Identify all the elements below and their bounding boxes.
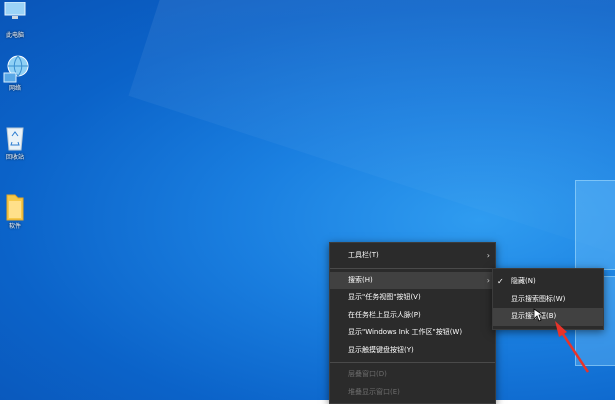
- checkmark-icon: ✓: [497, 277, 504, 286]
- desktop-background: 此电脑 网络 回收站 软件: [0, 0, 615, 400]
- desktop-icon-this-pc[interactable]: 此电脑: [0, 1, 30, 39]
- desktop-icon-network[interactable]: 网络: [0, 55, 30, 92]
- submenu-item-hidden[interactable]: ✓ 隐藏(N): [493, 273, 603, 291]
- menu-separator: [330, 362, 495, 363]
- menu-item-stack-windows: 堆叠显示窗口(E): [348, 387, 400, 396]
- chevron-right-icon: ›: [486, 251, 490, 260]
- recycle-bin-icon: [3, 124, 27, 151]
- menu-item-toolbars[interactable]: 工具栏(T) ›: [330, 247, 495, 265]
- menu-item-search[interactable]: 搜索(H) ›: [330, 271, 495, 289]
- desktop-icon-software-folder[interactable]: 软件: [0, 193, 30, 230]
- computer-icon: [3, 1, 27, 28]
- menu-separator: [330, 267, 495, 269]
- taskbar-context-menu: 工具栏(T) › 搜索(H) › 显示"任务视图"按钮(V) 在任务栏上显示人脉…: [329, 242, 496, 404]
- submenu-item-show-search-icon[interactable]: 显示搜索图标(W): [493, 291, 603, 309]
- network-globe-icon: [3, 55, 29, 83]
- desktop-icon-recycle-bin[interactable]: 回收站: [0, 124, 30, 161]
- menu-item-show-touch-keyboard[interactable]: 显示触摸键盘按钮(Y): [330, 342, 495, 360]
- menu-item-show-people[interactable]: 在任务栏上显示人脉(P): [330, 307, 495, 325]
- submenu-item-show-search-box[interactable]: 显示搜索框(B): [493, 308, 603, 326]
- menu-item-show-task-view[interactable]: 显示"任务视图"按钮(V): [330, 289, 495, 307]
- menu-item-show-windows-ink[interactable]: 显示"Windows Ink 工作区"按钮(W): [330, 324, 495, 342]
- chevron-right-icon: ›: [486, 275, 490, 285]
- folder-icon: [3, 193, 27, 221]
- search-submenu: ✓ 隐藏(N) 显示搜索图标(W) 显示搜索框(B): [492, 268, 604, 330]
- menu-item-cascade-windows: 层叠窗口(D): [348, 370, 387, 378]
